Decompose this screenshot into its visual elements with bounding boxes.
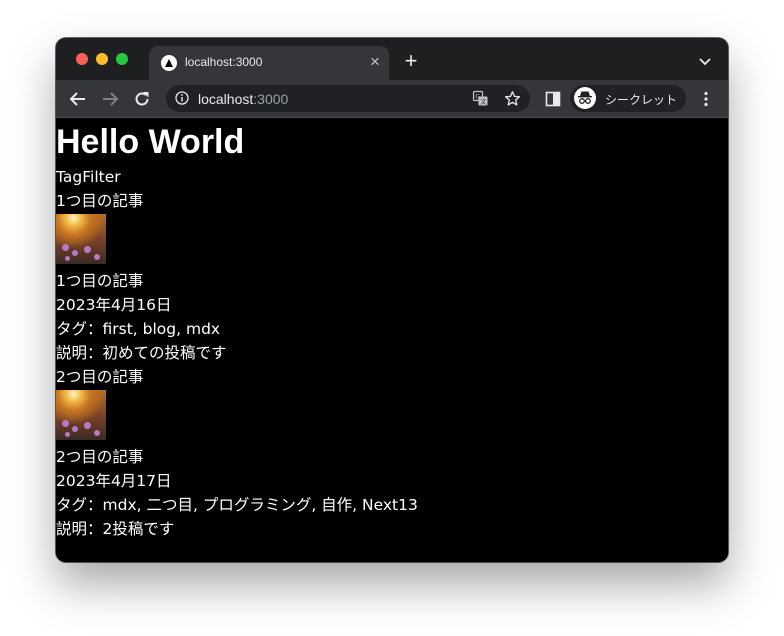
translate-icon[interactable]: G文 — [472, 90, 489, 107]
incognito-profile-button[interactable]: シークレット — [570, 85, 686, 112]
page-title: Hello World — [56, 123, 245, 161]
post-thumbnail-image[interactable] — [56, 390, 106, 440]
post-link-2[interactable]: 2つ目の記事 — [56, 367, 143, 387]
more-menu-icon[interactable] — [699, 90, 713, 108]
forward-arrow-icon[interactable] — [100, 89, 120, 109]
browser-window: localhost:3000 × + localhost:3000 G文 シーク… — [56, 38, 728, 562]
post-description: 説明：2投稿です — [56, 520, 175, 538]
info-icon[interactable] — [175, 91, 189, 105]
tab-close-icon[interactable]: × — [365, 52, 385, 72]
zoom-window-button[interactable] — [116, 53, 128, 65]
close-window-button[interactable] — [76, 53, 88, 65]
post-description: 説明：初めての投稿です — [56, 344, 227, 362]
address-bar[interactable]: localhost:3000 G文 — [166, 85, 530, 112]
url-host: localhost — [198, 91, 254, 107]
post-tags: タグ：mdx, 二つ目, プログラミング, 自作, Next13 — [56, 496, 418, 514]
post-title: 1つ目の記事 — [56, 272, 144, 290]
svg-text:文: 文 — [480, 98, 486, 106]
page-content: Hello World TagFilter 1つ目の記事 1つ目の記事 2023… — [56, 118, 728, 562]
post-title: 2つ目の記事 — [56, 448, 144, 466]
bookmark-star-icon[interactable] — [504, 90, 521, 107]
back-arrow-icon[interactable] — [68, 89, 88, 109]
url-port: :3000 — [253, 91, 289, 107]
post-link-1[interactable]: 1つ目の記事 — [56, 191, 143, 211]
reload-icon[interactable] — [132, 89, 152, 109]
incognito-icon — [574, 87, 596, 109]
tag-filter[interactable]: TagFilter — [56, 167, 121, 187]
title-bar: localhost:3000 × + — [56, 38, 728, 80]
post-tags: タグ：first, blog, mdx — [56, 320, 221, 338]
incognito-label: シークレット — [605, 93, 678, 107]
post-date: 2023年4月16日 — [56, 296, 172, 314]
minimize-window-button[interactable] — [96, 53, 108, 65]
tab-localhost[interactable]: localhost:3000 × — [149, 46, 389, 80]
post-date: 2023年4月17日 — [56, 472, 172, 490]
chevron-down-icon[interactable] — [696, 52, 714, 70]
nextjs-favicon-icon — [161, 55, 177, 71]
browser-toolbar: localhost:3000 G文 シークレット — [56, 80, 728, 118]
url-text[interactable]: localhost:3000 — [198, 91, 288, 107]
post-thumbnail-image[interactable] — [56, 214, 106, 264]
side-panel-icon[interactable] — [545, 91, 561, 107]
tab-title: localhost:3000 — [185, 55, 263, 69]
new-tab-button[interactable]: + — [400, 50, 422, 72]
